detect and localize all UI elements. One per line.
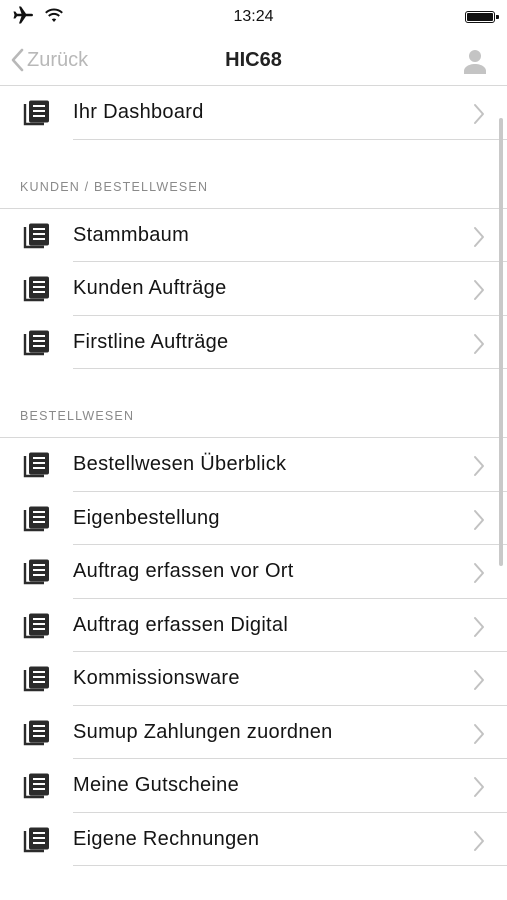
- document-list-icon: [23, 773, 51, 804]
- menu-item-label: Auftrag erfassen vor Ort: [73, 560, 294, 582]
- section-header-label: BESTELLWESEN: [20, 409, 135, 423]
- document-list-icon: [23, 827, 51, 858]
- menu-list: Ihr Dashboard KUNDEN / BESTELLWESEN Stamm…: [0, 86, 507, 866]
- document-list-icon: [23, 559, 51, 590]
- menu-item-auftrag-erfassen-digital[interactable]: Auftrag erfassen Digital: [0, 599, 507, 652]
- section-header: KUNDEN / BESTELLWESEN: [0, 140, 507, 208]
- document-list-icon: [23, 276, 51, 307]
- menu-item-label: Bestellwesen Überblick: [73, 453, 287, 475]
- section-header: BESTELLWESEN: [0, 369, 507, 437]
- chevron-right-icon: [473, 279, 485, 306]
- status-bar: 13:24: [0, 0, 507, 36]
- row-separator: [73, 865, 507, 866]
- menu-item-firstline-auftrage[interactable]: Firstline Aufträge: [0, 316, 507, 369]
- menu-item-kunden-auftrage[interactable]: Kunden Aufträge: [0, 262, 507, 316]
- document-list-icon: [23, 506, 51, 537]
- chevron-right-icon: [473, 723, 485, 750]
- menu-item-label: Eigenbestellung: [73, 506, 220, 529]
- page-title: HIC68: [225, 49, 282, 71]
- document-list-icon: [23, 720, 51, 751]
- document-list-icon: [23, 666, 51, 697]
- menu-item-label: Firstline Aufträge: [73, 330, 229, 353]
- menu-item-eigene-rechnungen[interactable]: Eigene Rechnungen: [0, 813, 507, 866]
- chevron-right-icon: [473, 562, 485, 589]
- menu-item-kommissionsware[interactable]: Kommissionsware: [0, 652, 507, 706]
- chevron-right-icon: [473, 830, 485, 857]
- battery-icon: [465, 11, 499, 23]
- document-list-icon: [23, 452, 51, 483]
- chevron-right-icon: [473, 226, 485, 253]
- document-list-icon: [23, 223, 51, 254]
- user-icon: [464, 50, 486, 74]
- menu-item-bestellwesen-uberblick[interactable]: Bestellwesen Überblick: [0, 438, 507, 492]
- user-profile-button[interactable]: [463, 48, 487, 79]
- menu-item-meine-gutscheine[interactable]: Meine Gutscheine: [0, 759, 507, 813]
- navigation-bar: Zurück HIC68: [0, 36, 507, 86]
- status-time: 13:24: [233, 8, 274, 25]
- menu-item-label: Auftrag erfassen Digital: [73, 613, 289, 636]
- chevron-right-icon: [473, 333, 485, 360]
- scrollbar[interactable]: [499, 118, 503, 566]
- menu-item-label: Kommissionsware: [73, 667, 240, 689]
- chevron-right-icon: [473, 616, 485, 643]
- document-list-icon: [23, 613, 51, 644]
- chevron-right-icon: [473, 669, 485, 696]
- menu-item-eigenbestellung[interactable]: Eigenbestellung: [0, 492, 507, 545]
- menu-item-ihr-dashboard[interactable]: Ihr Dashboard: [0, 86, 507, 140]
- menu-item-sumup-zahlungen-zuordnen[interactable]: Sumup Zahlungen zuordnen: [0, 706, 507, 759]
- chevron-right-icon: [473, 455, 485, 482]
- menu-item-label: Eigene Rechnungen: [73, 827, 260, 850]
- chevron-right-icon: [473, 776, 485, 803]
- chevron-right-icon: [473, 509, 485, 536]
- menu-item-auftrag-erfassen-vor-ort[interactable]: Auftrag erfassen vor Ort: [0, 545, 507, 599]
- menu-item-label: Ihr Dashboard: [73, 101, 204, 123]
- document-list-icon: [23, 330, 51, 361]
- chevron-right-icon: [473, 103, 485, 130]
- menu-item-label: Kunden Aufträge: [73, 277, 227, 299]
- menu-item-stammbaum[interactable]: Stammbaum: [0, 209, 507, 262]
- menu-item-label: Meine Gutscheine: [73, 774, 240, 796]
- document-list-icon: [23, 100, 51, 131]
- menu-item-label: Stammbaum: [73, 223, 190, 246]
- menu-item-label: Sumup Zahlungen zuordnen: [73, 720, 333, 743]
- section-header-label: KUNDEN / BESTELLWESEN: [20, 179, 209, 194]
